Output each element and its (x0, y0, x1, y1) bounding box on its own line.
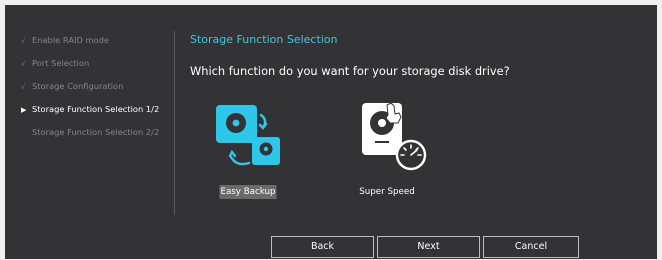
super-speed-icon (362, 102, 427, 171)
wizard-steps-sidebar: √ Enable RAID mode √ Port Selection √ Stora… (5, 5, 173, 259)
steps-list: √ Enable RAID mode √ Port Selection √ Stora… (21, 34, 159, 149)
option-easy-backup[interactable]: Easy Backup (203, 101, 293, 207)
check-icon: √ (21, 37, 26, 45)
back-button[interactable]: Back (271, 236, 374, 258)
option-super-speed[interactable]: Super Speed (342, 101, 432, 207)
step-label: Port Selection (32, 58, 90, 68)
step-storage-function-selection-2: Storage Function Selection 2/2 (21, 126, 159, 149)
step-storage-function-selection-1: ▶ Storage Function Selection 1/2 (21, 103, 159, 126)
step-label: Enable RAID mode (32, 35, 110, 45)
question-text: Which function do you want for your stor… (190, 64, 510, 78)
check-icon: √ (21, 60, 26, 68)
easy-backup-label: Easy Backup (219, 185, 277, 199)
super-speed-label: Super Speed (359, 187, 415, 197)
step-storage-configuration: √ Storage Configuration (21, 80, 159, 103)
step-label: Storage Configuration (32, 81, 124, 91)
step-port-selection: √ Port Selection (21, 57, 159, 80)
wizard-window: √ Enable RAID mode √ Port Selection √ Stora… (5, 5, 657, 259)
step-label: Storage Function Selection 2/2 (32, 127, 160, 137)
check-icon: √ (21, 83, 26, 91)
step-label: Storage Function Selection 1/2 (32, 104, 160, 114)
current-step-arrow-icon: ▶ (21, 106, 27, 114)
sidebar-divider (174, 31, 175, 215)
next-button[interactable]: Next (377, 236, 480, 258)
page-title: Storage Function Selection (190, 33, 338, 46)
cancel-button[interactable]: Cancel (483, 236, 579, 258)
easy-backup-icon (216, 105, 280, 166)
step-enable-raid-mode: √ Enable RAID mode (21, 34, 159, 57)
